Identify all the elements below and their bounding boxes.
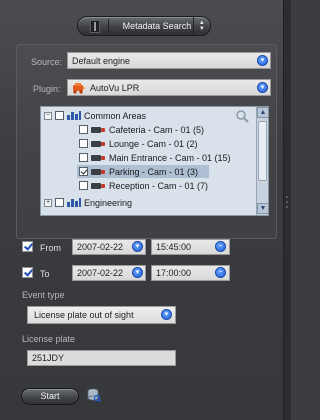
- camera-icon: [91, 168, 106, 176]
- tree-checkbox-checked[interactable]: [79, 167, 88, 176]
- from-checkbox[interactable]: [22, 241, 33, 252]
- license-plate-value: 251JDY: [32, 353, 65, 363]
- event-type-dropdown-icon[interactable]: ▾: [161, 309, 172, 320]
- scroll-down-icon[interactable]: ▼: [257, 203, 269, 214]
- from-time-spinner-icon[interactable]: −: [215, 241, 226, 252]
- event-type-label: Event type: [22, 290, 65, 300]
- tree-checkbox[interactable]: [79, 181, 88, 190]
- from-date: 2007-02-22: [77, 242, 124, 252]
- tree-item-label: Parking - Cam - 01 (3): [109, 166, 199, 177]
- source-label: Source:: [31, 57, 63, 67]
- from-time: 15:45:00: [156, 242, 192, 252]
- tree-checkbox[interactable]: [79, 125, 88, 134]
- event-type-value: License plate out of sight: [34, 310, 134, 320]
- selector-label: Metadata Search: [122, 21, 192, 31]
- license-plate-label: License plate: [22, 334, 76, 344]
- plugin-label: Plugin:: [33, 84, 61, 94]
- expand-icon[interactable]: +: [44, 198, 52, 207]
- event-type-dropdown[interactable]: License plate out of sight: [27, 306, 176, 324]
- grip-dot: [286, 196, 288, 198]
- tree-item[interactable]: Cafeteria - Cam - 01 (5): [79, 123, 204, 136]
- resize-handle[interactable]: [283, 0, 291, 420]
- tree-scrollbar[interactable]: ▲ ▼: [256, 107, 269, 215]
- camera-icon: [91, 154, 106, 162]
- grip-dot: [286, 201, 288, 203]
- plugin-value: AutoVu LPR: [90, 82, 140, 93]
- to-label: To: [40, 269, 50, 279]
- tree-item-label: Cafeteria - Cam - 01 (5): [109, 124, 205, 135]
- start-button[interactable]: Start: [21, 388, 79, 405]
- to-date-picker-icon[interactable]: ▾: [132, 267, 143, 278]
- tree-root-engineering[interactable]: + Engineering: [44, 196, 132, 209]
- metadata-search-selector[interactable]: Metadata Search ▲ ▼: [77, 16, 211, 36]
- source-dropdown[interactable]: Default engine: [67, 52, 271, 69]
- scroll-thumb[interactable]: [258, 121, 267, 181]
- tree-item-label: Main Entrance - Cam - 01 (15): [109, 152, 231, 163]
- updown-arrows-icon: ▲ ▼: [192, 17, 210, 35]
- tree-item[interactable]: Reception - Cam - 01 (7): [79, 179, 208, 192]
- grip-dot: [286, 206, 288, 208]
- scroll-up-icon[interactable]: ▲: [257, 107, 269, 118]
- to-checkbox[interactable]: [22, 267, 33, 278]
- area-icon: [67, 111, 81, 120]
- source-dropdown-icon[interactable]: ▾: [257, 55, 268, 66]
- to-time: 17:00:00: [156, 268, 192, 278]
- plugin-dropdown-icon[interactable]: ▾: [257, 82, 268, 93]
- to-date: 2007-02-22: [77, 268, 124, 278]
- tree-item-label: Lounge - Cam - 01 (2): [109, 138, 198, 149]
- tree-checkbox[interactable]: [79, 153, 88, 162]
- tree-checkbox[interactable]: [55, 198, 64, 207]
- collapse-icon[interactable]: −: [44, 111, 52, 120]
- camera-icon: [91, 140, 106, 148]
- separator: [107, 19, 109, 33]
- source-value: Default engine: [72, 55, 131, 66]
- document-icon: [90, 19, 100, 33]
- tree-item-selected[interactable]: Parking - Cam - 01 (3): [77, 165, 209, 178]
- camera-icon: [91, 182, 106, 190]
- tree-root-label: Common Areas: [84, 110, 147, 121]
- database-search-icon[interactable]: [87, 388, 101, 402]
- autovu-plugin-icon: [73, 82, 85, 94]
- tree-checkbox[interactable]: [79, 139, 88, 148]
- search-icon[interactable]: [235, 109, 249, 123]
- license-plate-input[interactable]: 251JDY: [27, 350, 176, 366]
- tree-item[interactable]: Lounge - Cam - 01 (2): [79, 137, 198, 150]
- plugin-dropdown[interactable]: AutoVu LPR: [67, 79, 271, 96]
- tree-root-label: Engineering: [84, 197, 133, 208]
- tree-checkbox[interactable]: [55, 111, 64, 120]
- to-time-spinner-icon[interactable]: −: [215, 267, 226, 278]
- tree-item-label: Reception - Cam - 01 (7): [109, 180, 209, 191]
- area-icon: [67, 198, 81, 207]
- tree-item[interactable]: Main Entrance - Cam - 01 (15): [79, 151, 231, 164]
- camera-icon: [91, 126, 106, 134]
- from-date-picker-icon[interactable]: ▾: [132, 241, 143, 252]
- from-label: From: [40, 243, 61, 253]
- tree-root-common-areas[interactable]: − Common Areas: [44, 109, 146, 122]
